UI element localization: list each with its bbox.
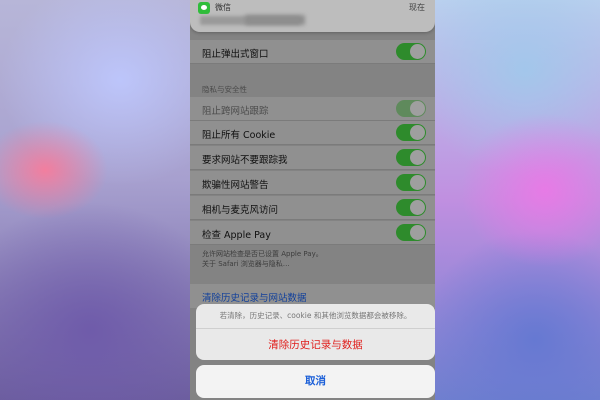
row-label: 阻止所有 Cookie — [202, 130, 276, 141]
row-label: 相机与麦克风访问 — [202, 205, 279, 216]
row-label: 阻止跨网站跟踪 — [202, 106, 269, 117]
toggle-switch[interactable] — [396, 174, 426, 191]
clear-history-link[interactable]: 清除历史记录与网站数据 — [202, 290, 307, 304]
settings-row-prevent-cross-site-tracking[interactable]: 阻止跨网站跟踪 — [190, 97, 435, 121]
notification-message-blurred-2 — [245, 15, 305, 25]
footer-note-line-2[interactable]: 关于 Safari 浏览器与隐私… — [202, 259, 427, 269]
row-label: 要求网站不要跟踪我 — [202, 155, 288, 166]
clear-history-and-data-button[interactable]: 清除历史记录与数据 — [196, 329, 435, 360]
action-sheet-message: 若清除，历史记录、cookie 和其他浏览数据都会被移除。 — [196, 304, 435, 329]
toggle-switch[interactable] — [396, 124, 426, 141]
toggle-switch[interactable] — [396, 43, 426, 60]
footer-note-line-1: 允许网站检查是否已设置 Apple Pay。 — [202, 250, 323, 258]
notification-time: 现在 — [409, 3, 425, 12]
settings-row-check-apple-pay[interactable]: 检查 Apple Pay — [190, 221, 435, 245]
row-label: 阻止弹出式窗口 — [202, 49, 269, 60]
toggle-switch[interactable] — [396, 100, 426, 117]
blurred-background-right — [435, 0, 600, 400]
settings-row-fraudulent-website-warning[interactable]: 欺骗性网站警告 — [190, 171, 435, 195]
settings-row-block-all-cookies[interactable]: 阻止所有 Cookie — [190, 121, 435, 145]
row-label: 欺骗性网站警告 — [202, 180, 269, 191]
section-header-privacy: 隐私与安全性 — [202, 85, 247, 94]
blurred-background-left — [0, 0, 190, 400]
wechat-icon — [198, 2, 210, 14]
settings-row-block-popups[interactable]: 阻止弹出式窗口 — [190, 40, 435, 64]
row-label: 检查 Apple Pay — [202, 230, 271, 241]
toggle-switch[interactable] — [396, 149, 426, 166]
notification-app-name: 微信 — [215, 3, 231, 12]
settings-row-do-not-track[interactable]: 要求网站不要跟踪我 — [190, 146, 435, 170]
settings-row-camera-microphone-access[interactable]: 相机与麦克风访问 — [190, 196, 435, 220]
cancel-button[interactable]: 取消 — [196, 365, 435, 398]
toggle-switch[interactable] — [396, 199, 426, 216]
toggle-switch[interactable] — [396, 224, 426, 241]
action-sheet: 若清除，历史记录、cookie 和其他浏览数据都会被移除。 清除历史记录与数据 — [196, 304, 435, 360]
apple-pay-footer-note: 允许网站检查是否已设置 Apple Pay。 关于 Safari 浏览器与隐私… — [202, 249, 427, 269]
notification-banner[interactable]: 微信 现在 — [190, 0, 435, 32]
